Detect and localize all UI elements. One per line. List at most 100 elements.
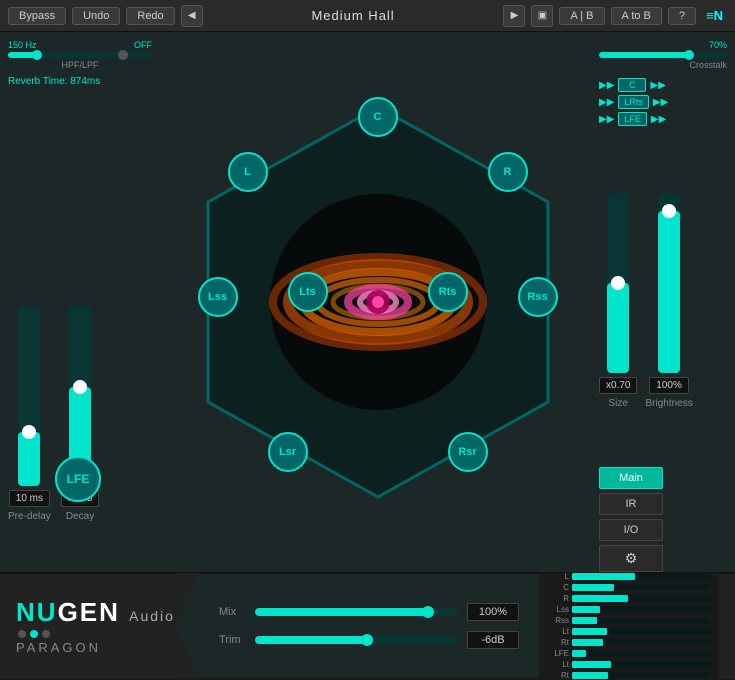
trim-label: Trim [219,634,247,646]
meter-bar-fill [572,650,586,657]
ir-button[interactable]: IR [599,493,663,515]
speaker-node-r[interactable]: R [488,152,528,192]
mix-slider[interactable] [255,608,459,616]
meter-bar-fill [572,584,614,591]
crosstalk-fill [599,52,689,58]
trim-slider[interactable] [255,636,459,644]
size-thumb[interactable] [611,276,625,290]
meter-bar-fill [572,606,600,613]
speaker-node-rts[interactable]: Rts [428,272,468,312]
prev-preset-button[interactable]: ◀ [181,5,203,27]
trim-row: Trim -6dB [219,631,519,649]
crosstalk-slider[interactable] [599,52,727,58]
brightness-value[interactable]: 100% [649,377,689,394]
speaker-node-c[interactable]: C [358,97,398,137]
predelay-slider-wrap: 10 ms Pre-delay [8,306,51,522]
predelay-slider[interactable] [18,306,40,486]
ch-arrow-c-right[interactable]: ▶▶ [650,80,665,91]
meter-bar-track [572,639,711,646]
crosstalk-pct: 70% [709,40,727,50]
lfe-node[interactable]: LFE [55,456,101,502]
help-button[interactable]: ? [668,7,696,25]
ch-badge-c[interactable]: C [618,78,646,92]
crosstalk-section: 70% Crosstalk [599,40,727,70]
ch-badge-lfe[interactable]: LFE [618,112,647,126]
meter-row: Rt [547,638,711,647]
ch-arrow-lfe-right[interactable]: ▶▶ [651,114,666,125]
meter-ch-label: C [547,583,569,592]
save-preset-button[interactable]: ▣ [531,5,553,27]
brand-audio: Audio [129,608,175,624]
ch-arrow-lfe-left[interactable]: ▶▶ [599,114,614,125]
settings-button[interactable]: ⚙ [599,545,663,572]
filter-section: 150 Hz OFF HPF/LPF [8,40,152,70]
meter-row: Lt [547,660,711,669]
hpf-thumb[interactable] [32,50,42,60]
size-fill [607,283,629,373]
bottom-bar: NUGEN Audio PARAGON Mix 100% Trim [0,572,735,678]
speaker-node-lss[interactable]: Lss [198,277,238,317]
mix-thumb[interactable] [422,606,434,618]
brightness-slider-wrap: 100% Brightness [645,193,692,409]
ab-button[interactable]: A | B [559,7,604,25]
meter-bar-fill [572,595,628,602]
hpf-lpf-slider[interactable] [8,52,152,58]
speaker-node-lts[interactable]: Lts [288,272,328,312]
speaker-node-rsr[interactable]: Rsr [448,432,488,472]
meter-bar-fill [572,661,611,668]
meter-ch-label: Lss [547,605,569,614]
decay-thumb[interactable] [73,380,87,394]
ch-arrow-lrts-right[interactable]: ▶▶ [653,97,668,108]
channel-row-lfe: ▶▶ LFE ▶▶ [599,112,727,126]
brightness-thumb[interactable] [662,204,676,218]
ch-arrow-c-left[interactable]: ▶▶ [599,80,614,91]
trim-value[interactable]: -6dB [467,631,519,649]
meter-bar-fill [572,617,597,624]
hpf-value: 150 Hz [8,40,37,50]
nugen-logo: NUGEN Audio [16,597,175,628]
next-preset-button[interactable]: ▶ [503,5,525,27]
main-button[interactable]: Main [599,467,663,489]
meter-row: Rss [547,616,711,625]
predelay-thumb[interactable] [22,425,36,439]
meter-row: Lt [547,627,711,636]
ch-arrow-lrts-left[interactable]: ▶▶ [599,97,614,108]
brightness-slider[interactable] [658,193,680,373]
right-buttons: Main IR I/O ⚙ [599,467,727,572]
io-button[interactable]: I/O [599,519,663,541]
redo-button[interactable]: Redo [126,7,174,25]
trim-fill [255,636,367,644]
bypass-button[interactable]: Bypass [8,7,66,25]
undo-button[interactable]: Undo [72,7,120,25]
predelay-value[interactable]: 10 ms [9,490,50,507]
size-value[interactable]: x0.70 [599,377,637,394]
atob-button[interactable]: A to B [611,7,662,25]
meter-row: LFE [547,649,711,658]
lpf-thumb[interactable] [118,50,128,60]
speaker-node-l[interactable]: L [228,152,268,192]
meter-bar-fill [572,628,607,635]
nugen-dots [18,630,50,638]
reverb-time: Reverb Time: 874ms [8,76,152,87]
speaker-node-rss[interactable]: Rss [518,277,558,317]
ch-badge-lrts[interactable]: LRts [618,95,649,109]
crosstalk-label: Crosstalk [599,60,727,70]
size-slider[interactable] [607,193,629,373]
filter-labels: 150 Hz OFF [8,40,152,50]
decay-label: Decay [66,511,94,522]
meter-bar-track [572,617,711,624]
hex-container: C L R Lss Rss Lts Rts Lsr Rsr [188,87,568,517]
divider [176,573,200,679]
meter-ch-label: Rss [547,616,569,625]
brand-nu: NU [16,597,58,627]
mix-value[interactable]: 100% [467,603,519,621]
meter-bar-fill [572,639,603,646]
meter-ch-label: Lt [547,627,569,636]
speaker-node-lsr[interactable]: Lsr [268,432,308,472]
dot-1 [18,630,26,638]
crosstalk-thumb[interactable] [684,50,694,60]
meter-bar-track [572,661,711,668]
mix-fill [255,608,428,616]
trim-thumb[interactable] [361,634,373,646]
channel-rows: ▶▶ C ▶▶ ▶▶ LRts ▶▶ ▶▶ LFE ▶▶ [599,78,727,126]
